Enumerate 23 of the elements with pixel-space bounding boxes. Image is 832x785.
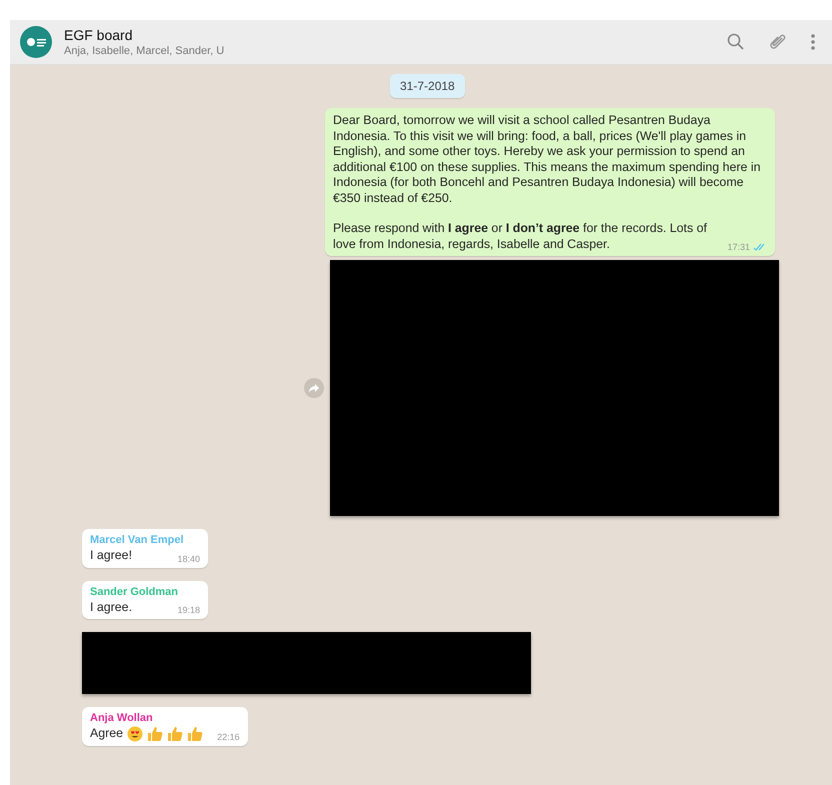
message-time: 22:16	[217, 732, 240, 742]
forward-icon[interactable]	[304, 378, 324, 398]
chat-title: EGF board	[64, 27, 134, 43]
member-list: Anja, Isabelle, Marcel, Sander, U	[64, 45, 714, 57]
thumbs-up-emoji-icon	[167, 726, 184, 742]
paperclip-icon[interactable]	[768, 32, 788, 52]
sender-name: Anja Wollan	[90, 712, 154, 724]
thumbs-up-emoji-icon	[187, 726, 204, 742]
heart-eyes-emoji-icon	[127, 726, 144, 742]
message-text: Please respond with I agree or I don’t agree for the records. Lots of love from Indonesia, regards, Isabelle and Casper.	[333, 221, 708, 252]
sender-name: Sander Goldman	[90, 586, 180, 598]
message-time: 18:40	[177, 554, 200, 564]
message-time: 17:31	[727, 242, 750, 252]
thumbs-up-emoji-icon	[147, 726, 164, 742]
menu-icon[interactable]	[810, 32, 816, 52]
message-text: Agree	[90, 726, 124, 742]
message-time: 19:18	[177, 605, 200, 615]
message-text: I agree.	[90, 600, 132, 615]
sender-name: Marcel Van Empel	[90, 534, 185, 546]
group-avatar[interactable]	[20, 26, 52, 58]
message-text: Dear Board, tomorrow we will visit a school called Pesantren Budaya Indonesia. To this visit we will bring: food, a ball, prices (We'll play games in English), and some other toys. Hereby we ask your permission to spend an additional €100 on these supplies. This means the maximum spending here in Indonesia (for both Boncehl and Pesantren Budaya Indonesia) will become €350 instead of €250.	[333, 113, 762, 206]
message-text: I agree!	[90, 548, 132, 564]
search-icon[interactable]	[726, 32, 746, 52]
